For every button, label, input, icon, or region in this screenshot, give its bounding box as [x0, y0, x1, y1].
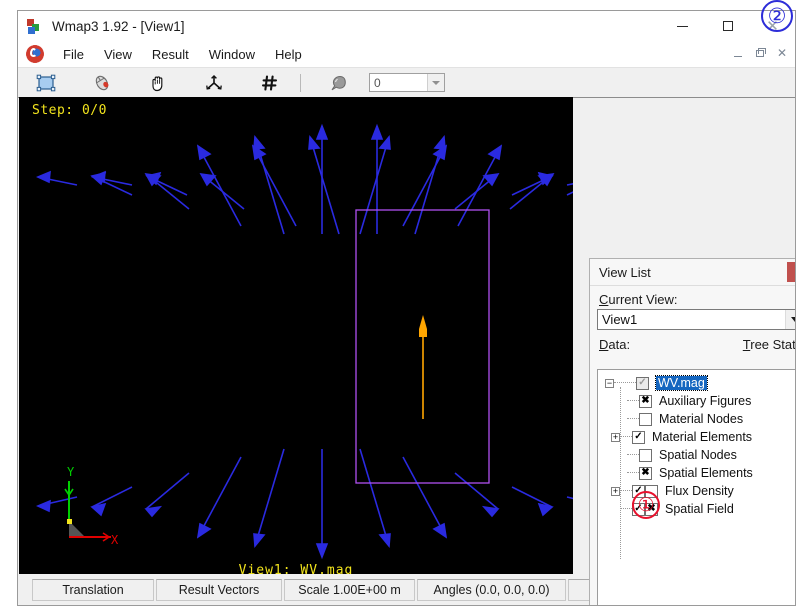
checkbox-material-nodes[interactable]: [639, 412, 652, 426]
hand-pan-icon[interactable]: [130, 69, 186, 96]
mdi-restore-button[interactable]: [749, 43, 771, 63]
tree-label-flux-density: Flux Density: [665, 484, 734, 498]
status-cell-result-vectors[interactable]: Result Vectors: [156, 579, 282, 601]
field-plot-svg: Y X: [35, 123, 573, 560]
data-label: Data:: [599, 337, 631, 352]
current-view-combo[interactable]: View1: [597, 309, 795, 330]
tree-header-row: Data: Tree State: [599, 337, 796, 352]
tree-row-auxiliary-figures[interactable]: ✖ Auxiliary Figures: [598, 392, 795, 410]
maximize-button[interactable]: [705, 11, 750, 41]
checkbox-spatial-elements[interactable]: ✖: [639, 466, 652, 480]
status-cell-scale[interactable]: Scale 1.00E+00 m: [284, 579, 415, 601]
vector-group-upper-render: [35, 123, 573, 235]
view-tree[interactable]: − ✓ WV.mag ✖ Auxiliary Figures Material …: [597, 369, 795, 605]
axis-label-x: X: [111, 533, 119, 547]
view-list-dialog: View List x Current View: View1 Data: Tr…: [589, 258, 796, 605]
vector-group-lower: [35, 448, 573, 560]
menu-bar: File View Result Window Help ✕: [18, 41, 795, 68]
window-title: Wmap3 1.92 - [View1]: [52, 18, 185, 34]
menu-view[interactable]: View: [95, 44, 141, 65]
vector-group-upper: [90, 123, 573, 235]
expander-plus-icon[interactable]: +: [611, 486, 620, 496]
tree-label-spatial-elements: Spatial Elements: [659, 466, 753, 480]
mdi-minimize-button[interactable]: [727, 43, 749, 63]
tree-label-material-nodes: Material Nodes: [659, 412, 744, 426]
tree-label-auxiliary-figures: Auxiliary Figures: [659, 394, 752, 408]
step-combo[interactable]: 0: [369, 73, 445, 92]
view-list-title-bar: View List x: [590, 259, 795, 286]
toolbar: 0: [18, 68, 795, 98]
select-rectangle-icon[interactable]: [18, 69, 74, 96]
expander-plus-icon[interactable]: +: [611, 432, 620, 442]
tree-row-spatial-nodes[interactable]: Spatial Nodes: [598, 446, 795, 464]
app-blocks-icon: [27, 18, 43, 34]
title-bar: Wmap3 1.92 - [View1] ✕: [18, 11, 795, 41]
tree-row-material-nodes[interactable]: Material Nodes: [598, 410, 795, 428]
graphics-viewport[interactable]: Step: 0/0 Y X View1: WV.mag: [19, 97, 573, 588]
checkbox-spatial-nodes[interactable]: [639, 448, 652, 462]
mdi-close-button[interactable]: ✕: [771, 43, 793, 63]
tree-label-spatial-field: Spatial Field: [665, 502, 734, 516]
tree-row-material-elements[interactable]: + ✓ Material Elements: [598, 428, 795, 446]
checkbox-wvmag[interactable]: ✓: [636, 376, 649, 390]
mdi-child-controls: ✕: [727, 43, 793, 63]
tree-label-spatial-nodes: Spatial Nodes: [659, 448, 737, 462]
menu-result[interactable]: Result: [143, 44, 198, 65]
tree-row-flux-density[interactable]: + ✓ Flux Density: [598, 482, 795, 500]
current-view-label: Current View:: [599, 292, 678, 307]
spiral-logo-icon: [26, 45, 44, 63]
drop-pin-icon[interactable]: [309, 69, 365, 96]
annotation-2: ②: [761, 0, 793, 32]
mouse-icon[interactable]: [74, 69, 130, 96]
tree-row-spatial-field[interactable]: ✓ ✖ Spatial Field: [598, 500, 795, 518]
status-cell-translation[interactable]: Translation: [32, 579, 154, 601]
step-combo-value: 0: [374, 75, 381, 90]
menu-window[interactable]: Window: [200, 44, 264, 65]
view-list-title: View List: [599, 264, 651, 280]
chevron-down-icon[interactable]: [785, 310, 795, 329]
axis-triad: Y X: [64, 465, 119, 547]
view-list-close-button[interactable]: x: [787, 262, 795, 282]
checkbox-material-elements[interactable]: ✓: [632, 430, 645, 444]
annotation-1: ①: [632, 491, 660, 519]
tree-label-wvmag: WV.mag: [655, 375, 708, 391]
chevron-down-icon[interactable]: [427, 74, 444, 91]
tree-row-wvmag[interactable]: − ✓ WV.mag: [598, 374, 795, 392]
grid-hash-icon[interactable]: [242, 69, 298, 96]
menu-help[interactable]: Help: [266, 44, 311, 65]
menu-file[interactable]: File: [54, 44, 93, 65]
tree-state-label: Tree State: [742, 337, 796, 352]
toolbar-separator: [300, 73, 301, 92]
application-window: Wmap3 1.92 - [View1] ✕ File View Result …: [17, 10, 796, 606]
center-field-vector: [419, 315, 427, 419]
current-view-value: View1: [602, 312, 638, 327]
axis-label-y: Y: [67, 465, 75, 479]
menu-items: File View Result Window Help: [53, 44, 312, 65]
checkbox-auxiliary-figures[interactable]: ✖: [639, 394, 652, 408]
expander-minus-icon[interactable]: −: [605, 378, 614, 388]
axes-tripod-icon[interactable]: [186, 69, 242, 96]
tree-row-spatial-elements[interactable]: ✖ Spatial Elements: [598, 464, 795, 482]
tree-label-material-elements: Material Elements: [652, 430, 753, 444]
status-cell-angles[interactable]: Angles (0.0, 0.0, 0.0): [417, 579, 566, 601]
minimize-button[interactable]: [660, 11, 705, 41]
